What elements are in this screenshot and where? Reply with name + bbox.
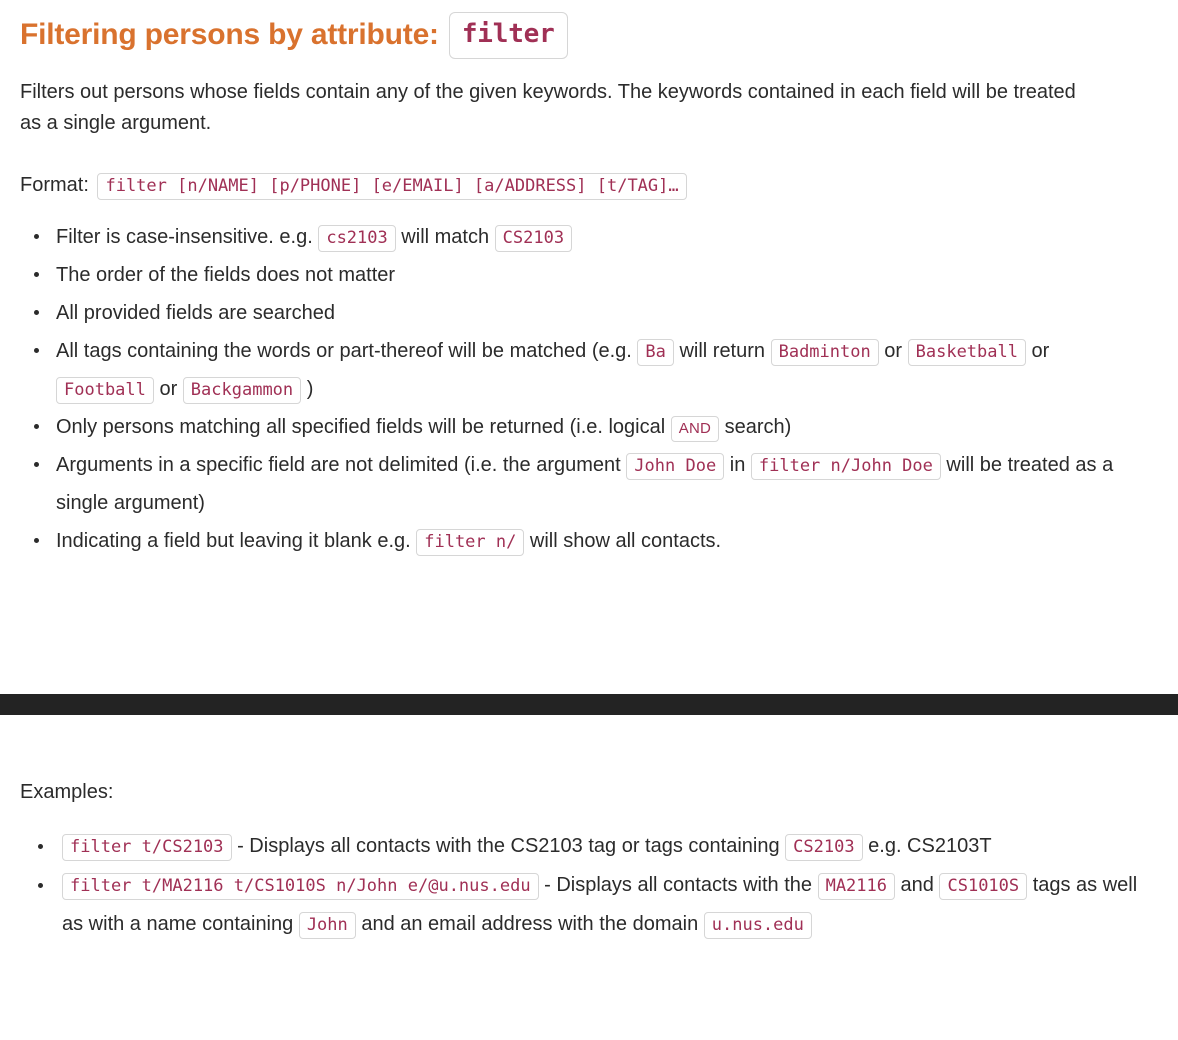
command-name-badge: filter [448,12,568,59]
documentation-page: Filtering persons by attribute: filter F… [0,0,1178,939]
examples-label: Examples: [20,781,114,803]
note-text: Filter is case-insensitive. e.g. [56,225,319,248]
command-description-section: Filtering persons by attribute: filter F… [0,0,1178,560]
note-text: ) [301,377,314,400]
note-text: All tags containing the words or part-th… [56,339,638,362]
inline-code-badge: CS2103 [785,834,863,861]
inline-code-badge: Football [56,376,154,404]
note-text: The order of the fields does not matter [56,263,396,286]
note-text: will return [673,339,771,362]
page-title: Filtering persons by attribute: filter [20,0,1158,59]
examples-section: Examples: filter t/CS2103 - Displays all… [0,715,1178,944]
inline-code-badge: cs2103 [318,224,396,252]
note-text: or [1025,339,1050,362]
note-text: e.g. CS2103T [862,835,992,857]
note-text: Only persons matching all specified fiel… [56,415,671,438]
note-text: in [724,453,751,476]
note-text: Arguments in a specific field are not de… [56,453,627,476]
inline-code-badge: Ba [637,338,674,366]
format-code-badge: filter [n/NAME] [p/PHONE] [e/EMAIL] [a/A… [97,172,687,200]
list-item: Indicating a field but leaving it blank … [20,522,1152,560]
intro-paragraph: Filters out persons whose fields contain… [20,80,1076,135]
inline-code-badge: CS2103 [494,224,573,252]
inline-code-badge: u.nus.edu [703,912,812,939]
note-text: - Displays all contacts with the [538,874,818,896]
inline-code-badge: Backgammon [182,376,302,404]
list-item: Arguments in a specific field are not de… [20,446,1152,522]
section-divider-band [0,694,1178,715]
list-item: All tags containing the words or part-th… [20,332,1152,408]
inline-code-badge: filter t/MA2116 t/CS1010S n/John e/@u.nu… [62,873,539,900]
note-text: - Displays all contacts with the CS2103 … [231,835,786,857]
inline-code-badge: filter t/CS2103 [62,834,232,861]
inline-code-badge: AND [670,415,720,442]
note-text: will match [395,225,495,248]
format-line: Format: filter [n/NAME] [p/PHONE] [e/EMA… [20,166,1158,204]
note-text: or [153,377,183,400]
note-text: and [895,874,940,896]
note-text: and an email address with the domain [355,913,704,935]
list-item: filter t/MA2116 t/CS1010S n/John e/@u.nu… [20,866,1158,944]
inline-code-badge: filter n/John Doe [750,452,941,480]
list-item: Filter is case-insensitive. e.g. cs2103 … [20,218,1152,256]
note-text: All provided fields are searched [56,301,336,324]
examples-list: filter t/CS2103 - Displays all contacts … [20,827,1158,944]
inline-code-badge: MA2116 [817,873,895,900]
list-item: The order of the fields does not matter [20,256,1152,294]
inline-code-badge: CS1010S [939,873,1028,900]
list-item: All provided fields are searched [20,294,1152,332]
list-item: filter t/CS2103 - Displays all contacts … [20,827,1158,866]
format-label: Format: [20,173,89,196]
note-text: Indicating a field but leaving it blank … [56,529,417,552]
page-title-text: Filtering persons by attribute: [20,18,439,52]
inline-code-badge: John [298,912,356,939]
note-text: will show all contacts. [524,529,722,552]
notes-list: Filter is case-insensitive. e.g. cs2103 … [20,218,1158,560]
inline-code-badge: Basketball [907,338,1026,366]
inline-code-badge: John Doe [626,452,725,480]
list-item: Only persons matching all specified fiel… [20,408,1152,446]
inline-code-badge: filter n/ [416,528,525,556]
note-text: search) [719,415,792,438]
inline-code-badge: Badminton [770,338,879,366]
note-text: or [878,339,908,362]
